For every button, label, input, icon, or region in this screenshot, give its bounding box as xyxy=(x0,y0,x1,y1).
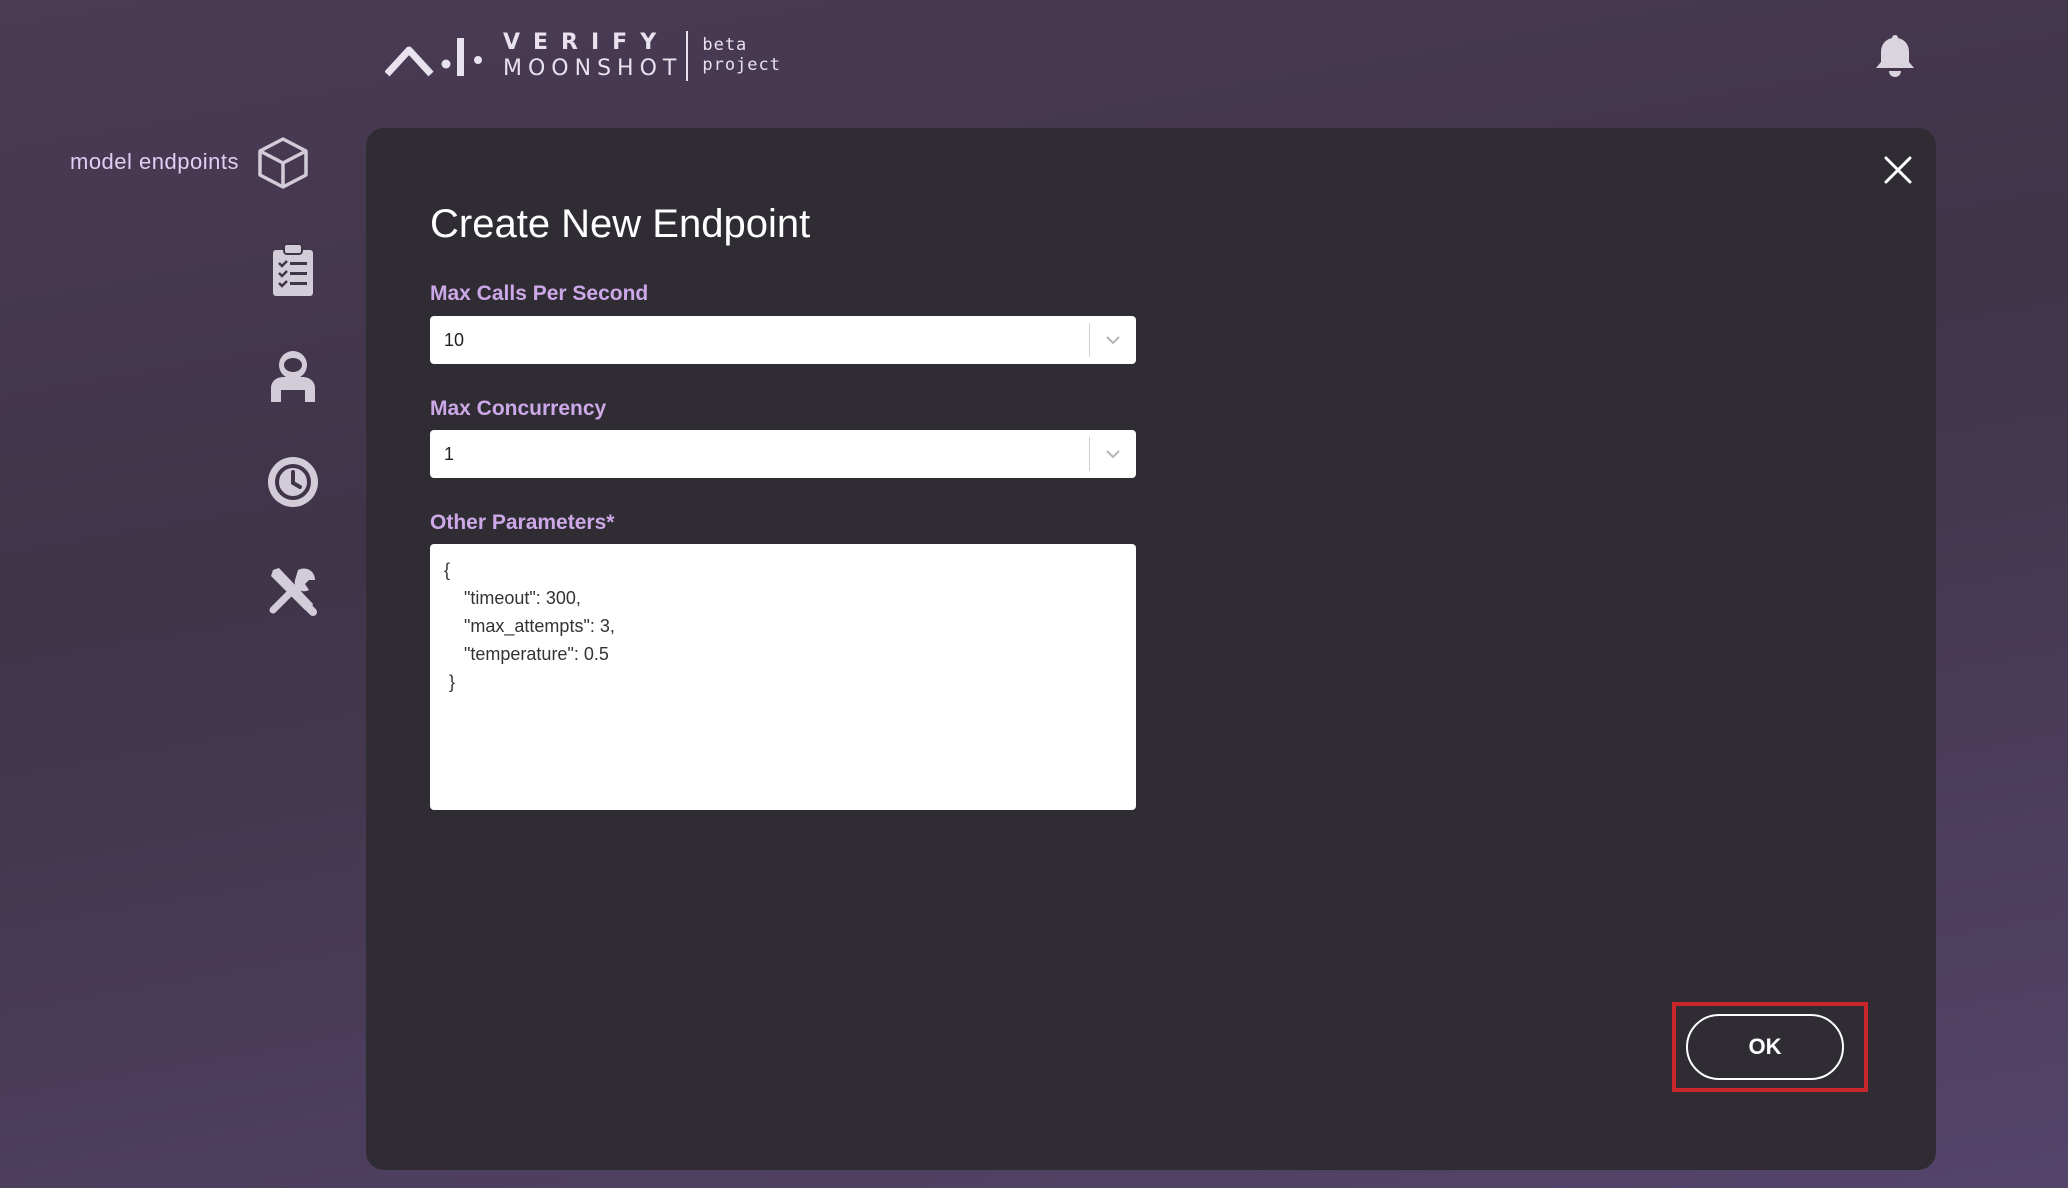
chevron-down-icon[interactable] xyxy=(1090,430,1136,478)
astronaut-icon xyxy=(271,351,315,402)
max-concurrency-label: Max Concurrency xyxy=(430,397,607,420)
close-icon[interactable] xyxy=(1878,150,1918,190)
max-concurrency-value: 1 xyxy=(444,443,455,464)
other-parameters-textarea[interactable]: { "timeout": 300, "max_attempts": 3, "te… xyxy=(430,544,1136,810)
other-parameters-label: Other Parameters* xyxy=(430,511,615,534)
max-calls-value: 10 xyxy=(444,329,465,350)
create-endpoint-modal: Create New Endpoint Max Calls Per Second… xyxy=(366,128,1936,1170)
logo-mark-icon xyxy=(385,38,482,77)
clipboard-checklist-icon xyxy=(273,243,313,296)
chevron-down-icon[interactable] xyxy=(1090,316,1136,364)
ok-button[interactable]: OK xyxy=(1686,1014,1844,1080)
logo-project-text: project xyxy=(702,55,781,75)
tools-icon xyxy=(269,568,317,616)
sidebar-item-model-endpoints[interactable]: model endpoints xyxy=(70,134,311,190)
bell-icon[interactable] xyxy=(1873,32,1917,78)
max-calls-label: Max Calls Per Second xyxy=(430,282,649,305)
sidebar-item-utilities[interactable] xyxy=(265,562,321,618)
logo-divider xyxy=(686,31,689,81)
max-calls-select[interactable]: 10 xyxy=(430,316,1136,364)
logo-wordmark: VERIFY MOONSHOT xyxy=(503,32,682,80)
history-clock-icon xyxy=(268,457,318,507)
sidebar-item-history[interactable] xyxy=(265,454,321,510)
logo-moonshot-text: MOONSHOT xyxy=(503,56,683,81)
app-logo: VERIFY MOONSHOT beta project xyxy=(385,28,781,84)
max-concurrency-select[interactable]: 1 xyxy=(430,430,1136,478)
sidebar-item-benchmarks[interactable] xyxy=(265,242,321,298)
logo-verify-text: VERIFY xyxy=(503,30,670,55)
modal-title: Create New Endpoint xyxy=(430,202,811,246)
logo-beta-project: beta project xyxy=(702,36,781,75)
logo-beta-text: beta xyxy=(702,35,748,56)
sidebar-item-label: model endpoints xyxy=(70,149,239,174)
cube-icon xyxy=(258,137,308,189)
sidebar-item-red-teaming[interactable] xyxy=(265,348,321,404)
